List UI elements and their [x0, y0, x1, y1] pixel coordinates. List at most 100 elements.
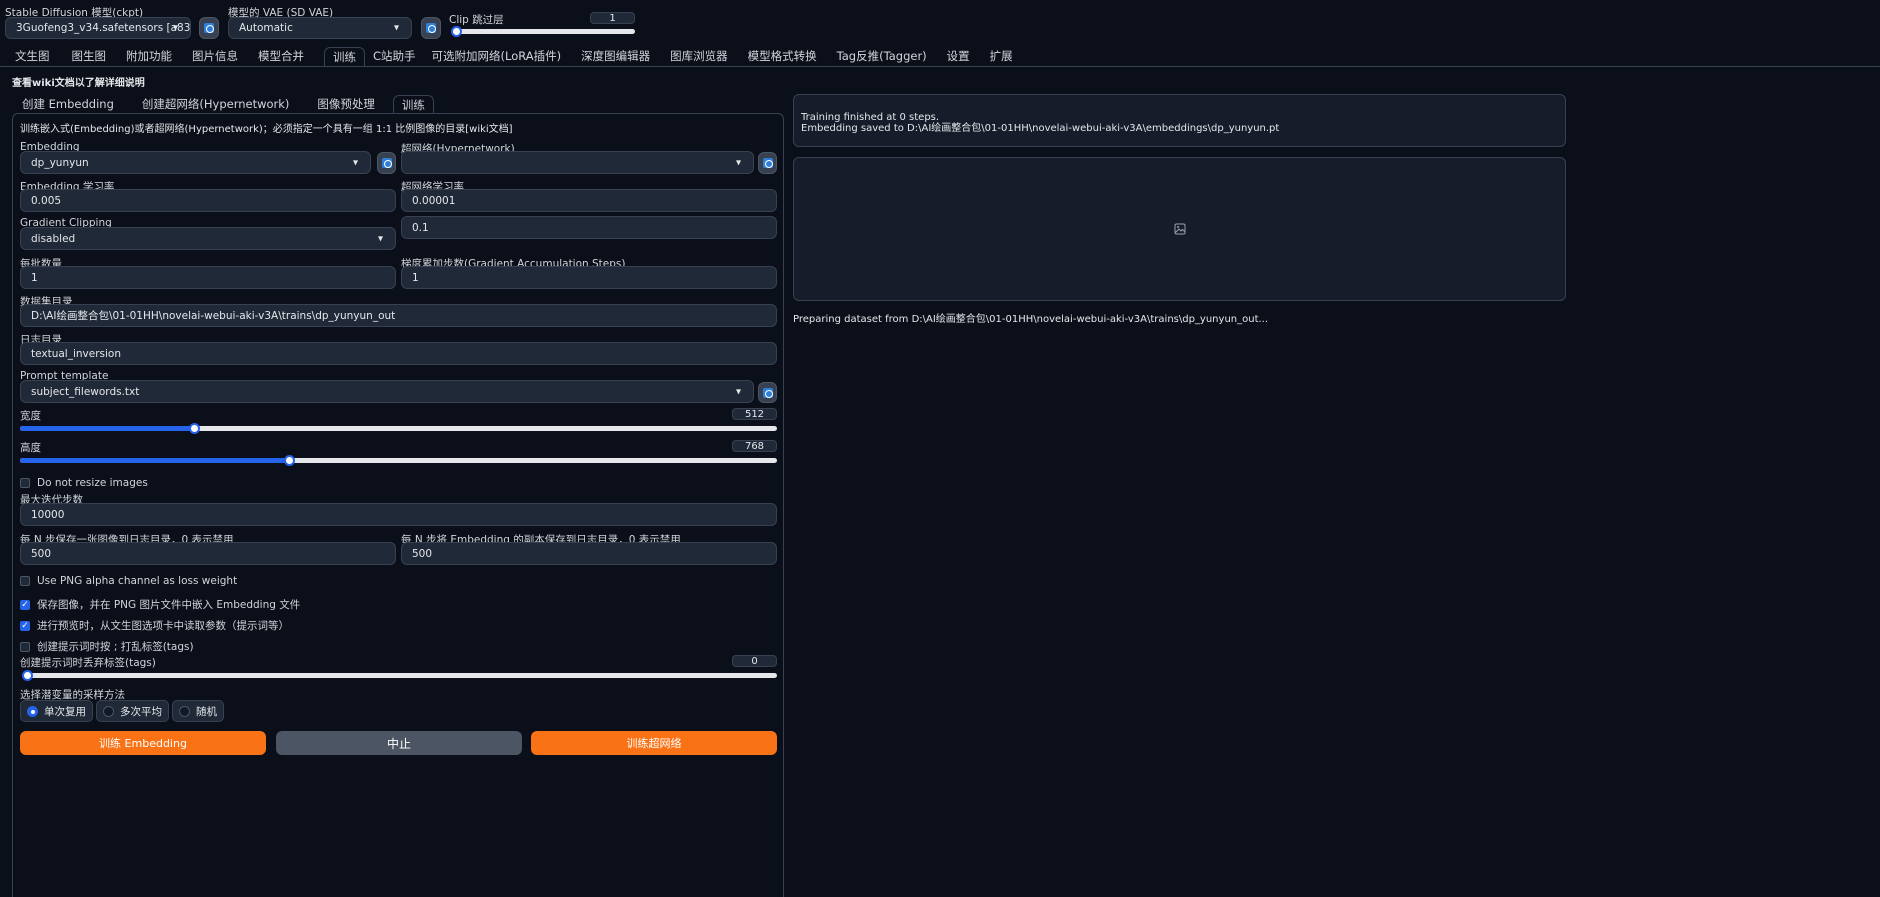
hypernetwork-lr-input[interactable]: 0.00001 — [401, 189, 777, 212]
max-steps-input[interactable]: 10000 — [20, 503, 777, 526]
slider-track — [451, 29, 635, 34]
main-tab[interactable]: 扩展 — [990, 47, 1013, 66]
hypernetwork-select[interactable] — [401, 151, 754, 174]
save-png-checkbox[interactable] — [20, 599, 30, 610]
no-resize-checkbox[interactable] — [20, 478, 30, 488]
main-tabs: 文生图 图生图 附加功能 图片信息 模型合并 训练 C站助手 可选附加网络(LoRA插件) 深度… — [0, 47, 1880, 66]
ckpt-select[interactable]: 3Guofeng3_v34.safetensors [a83e25fe5b] — [5, 17, 191, 39]
slider-fill — [20, 458, 289, 463]
grad-accumulation-input[interactable]: 1 — [401, 266, 777, 289]
main-tab[interactable]: 深度图编辑器 — [581, 47, 650, 66]
height-label: 高度 — [20, 442, 41, 454]
no-resize-label: Do not resize images — [37, 477, 148, 489]
sampling-option-label: 随机 — [196, 705, 217, 718]
gradient-clipping-select[interactable]: disabled — [20, 227, 396, 250]
output-line-1: Training finished at 0 steps. — [801, 112, 940, 123]
sampling-option-label: 多次平均 — [120, 705, 162, 718]
drop-tags-number-input[interactable]: 0 — [732, 655, 777, 667]
prompt-template-select[interactable]: subject_filewords.txt — [20, 380, 754, 403]
width-label: 宽度 — [20, 410, 41, 422]
refresh-icon — [204, 23, 214, 33]
preview-params-checkbox[interactable] — [20, 620, 30, 631]
sampling-method-radio-group: 单次复用 多次平均 随机 — [20, 700, 224, 722]
radio-dot[interactable] — [103, 705, 114, 717]
height-slider[interactable] — [20, 455, 777, 466]
shuffle-tags-label: 创建提示词时按 ; 打乱标签(tags) — [37, 641, 194, 653]
sub-tab[interactable]: 训练 — [392, 95, 434, 114]
embedding-refresh-button[interactable] — [377, 152, 396, 174]
batch-size-input[interactable]: 1 — [20, 266, 396, 289]
dataset-dir-input[interactable]: D:\AI绘画整合包\01-01HH\novelai-webui-aki-v3A… — [20, 304, 777, 327]
main-tab[interactable]: 设置 — [947, 47, 970, 66]
radio-dot[interactable] — [27, 705, 38, 717]
sampling-option[interactable]: 随机 — [172, 700, 224, 722]
shuffle-tags-checkbox-row[interactable]: 创建提示词时按 ; 打乱标签(tags) — [20, 639, 194, 654]
preview-params-checkbox-row[interactable]: 进行预览时，从文生图选项卡中读取参数（提示词等） — [20, 618, 289, 633]
refresh-icon — [381, 158, 392, 168]
vae-refresh-button[interactable] — [421, 17, 441, 39]
sampling-option-label: 单次复用 — [44, 705, 86, 718]
main-tab[interactable]: 模型合并 — [258, 47, 304, 66]
train-hypernetwork-button[interactable]: 训练超网络 — [531, 731, 777, 755]
sub-tab[interactable]: 图像预处理 — [307, 95, 385, 114]
preview-image-panel — [793, 157, 1566, 301]
tabs-divider — [0, 66, 1880, 67]
height-number-input[interactable]: 768 — [732, 440, 777, 452]
drop-tags-slider[interactable] — [22, 670, 777, 681]
save-png-checkbox-row[interactable]: 保存图像，并在 PNG 图片文件中嵌入 Embedding 文件 — [20, 597, 300, 612]
save-image-every-input[interactable]: 500 — [20, 542, 396, 565]
png-alpha-label: Use PNG alpha channel as loss weight — [37, 575, 238, 587]
log-dir-input[interactable]: textual_inversion — [20, 342, 777, 365]
png-alpha-checkbox[interactable] — [20, 576, 30, 586]
main-tab[interactable]: Tag反推(Tagger) — [837, 47, 927, 66]
interrupt-button[interactable]: 中止 — [276, 731, 522, 755]
sampling-option[interactable]: 多次平均 — [96, 700, 169, 722]
hypernetwork-refresh-button[interactable] — [758, 152, 777, 174]
gradient-clipping-value-input[interactable]: 0.1 — [401, 216, 777, 239]
shuffle-tags-checkbox[interactable] — [20, 641, 30, 652]
save-embedding-every-input[interactable]: 500 — [401, 542, 777, 565]
png-alpha-checkbox-row[interactable]: Use PNG alpha channel as loss weight — [20, 575, 237, 587]
refresh-icon — [762, 158, 773, 168]
ckpt-refresh-button[interactable] — [199, 17, 219, 39]
embedding-lr-input[interactable]: 0.005 — [20, 189, 396, 212]
training-output-panel: Training finished at 0 steps. Embedding … — [793, 94, 1566, 147]
output-line-2: Embedding saved to D:\AI绘画整合包\01-01HH\no… — [801, 123, 1280, 134]
width-number-input[interactable]: 512 — [732, 408, 777, 420]
wiki-note[interactable]: 查看wiki文档以了解详细说明 — [12, 74, 145, 89]
no-resize-checkbox-row[interactable]: Do not resize images — [20, 477, 148, 489]
sub-tab[interactable]: 创建超网络(Hypernetwork) — [132, 95, 300, 114]
slider-track — [22, 673, 777, 678]
main-tab[interactable]: 训练 — [324, 47, 365, 66]
slider-thumb[interactable] — [22, 670, 33, 681]
main-tab[interactable]: 可选附加网络(LoRA插件) — [432, 47, 562, 66]
embedding-select[interactable]: dp_yunyun — [20, 151, 371, 174]
slider-thumb[interactable] — [451, 26, 462, 37]
main-tab[interactable]: 附加功能 — [126, 47, 172, 66]
main-tab[interactable]: 图生图 — [72, 47, 107, 66]
prompt-template-refresh-button[interactable] — [758, 382, 777, 403]
main-tab[interactable]: 文生图 — [15, 47, 50, 66]
slider-fill — [20, 426, 195, 431]
main-tab[interactable]: 图库浏览器 — [670, 47, 728, 66]
sampling-option[interactable]: 单次复用 — [20, 700, 93, 722]
main-tab[interactable]: 图片信息 — [192, 47, 238, 66]
clip-number-input[interactable]: 1 — [590, 12, 635, 24]
vae-select[interactable]: Automatic — [228, 17, 412, 39]
clip-slider[interactable] — [451, 26, 635, 37]
clip-label: Clip 跳过层 — [449, 14, 504, 26]
radio-dot[interactable] — [179, 705, 190, 717]
refresh-icon — [426, 23, 436, 33]
sub-tabs: 创建 Embedding 创建超网络(Hypernetwork) 图像预处理 训练 — [12, 95, 434, 114]
sub-tab[interactable]: 创建 Embedding — [12, 95, 124, 114]
save-png-label: 保存图像，并在 PNG 图片文件中嵌入 Embedding 文件 — [37, 599, 301, 611]
slider-thumb[interactable] — [283, 455, 295, 466]
refresh-icon — [762, 387, 773, 398]
main-tab[interactable]: C站助手 — [373, 47, 416, 66]
status-text: Preparing dataset from D:\AI绘画整合包\01-01H… — [793, 314, 1269, 325]
image-placeholder-icon — [1174, 223, 1185, 235]
width-slider[interactable] — [20, 423, 777, 434]
main-tab[interactable]: 模型格式转换 — [748, 47, 817, 66]
preview-params-label: 进行预览时，从文生图选项卡中读取参数（提示词等） — [37, 620, 289, 632]
train-embedding-button[interactable]: 训练 Embedding — [20, 731, 266, 755]
